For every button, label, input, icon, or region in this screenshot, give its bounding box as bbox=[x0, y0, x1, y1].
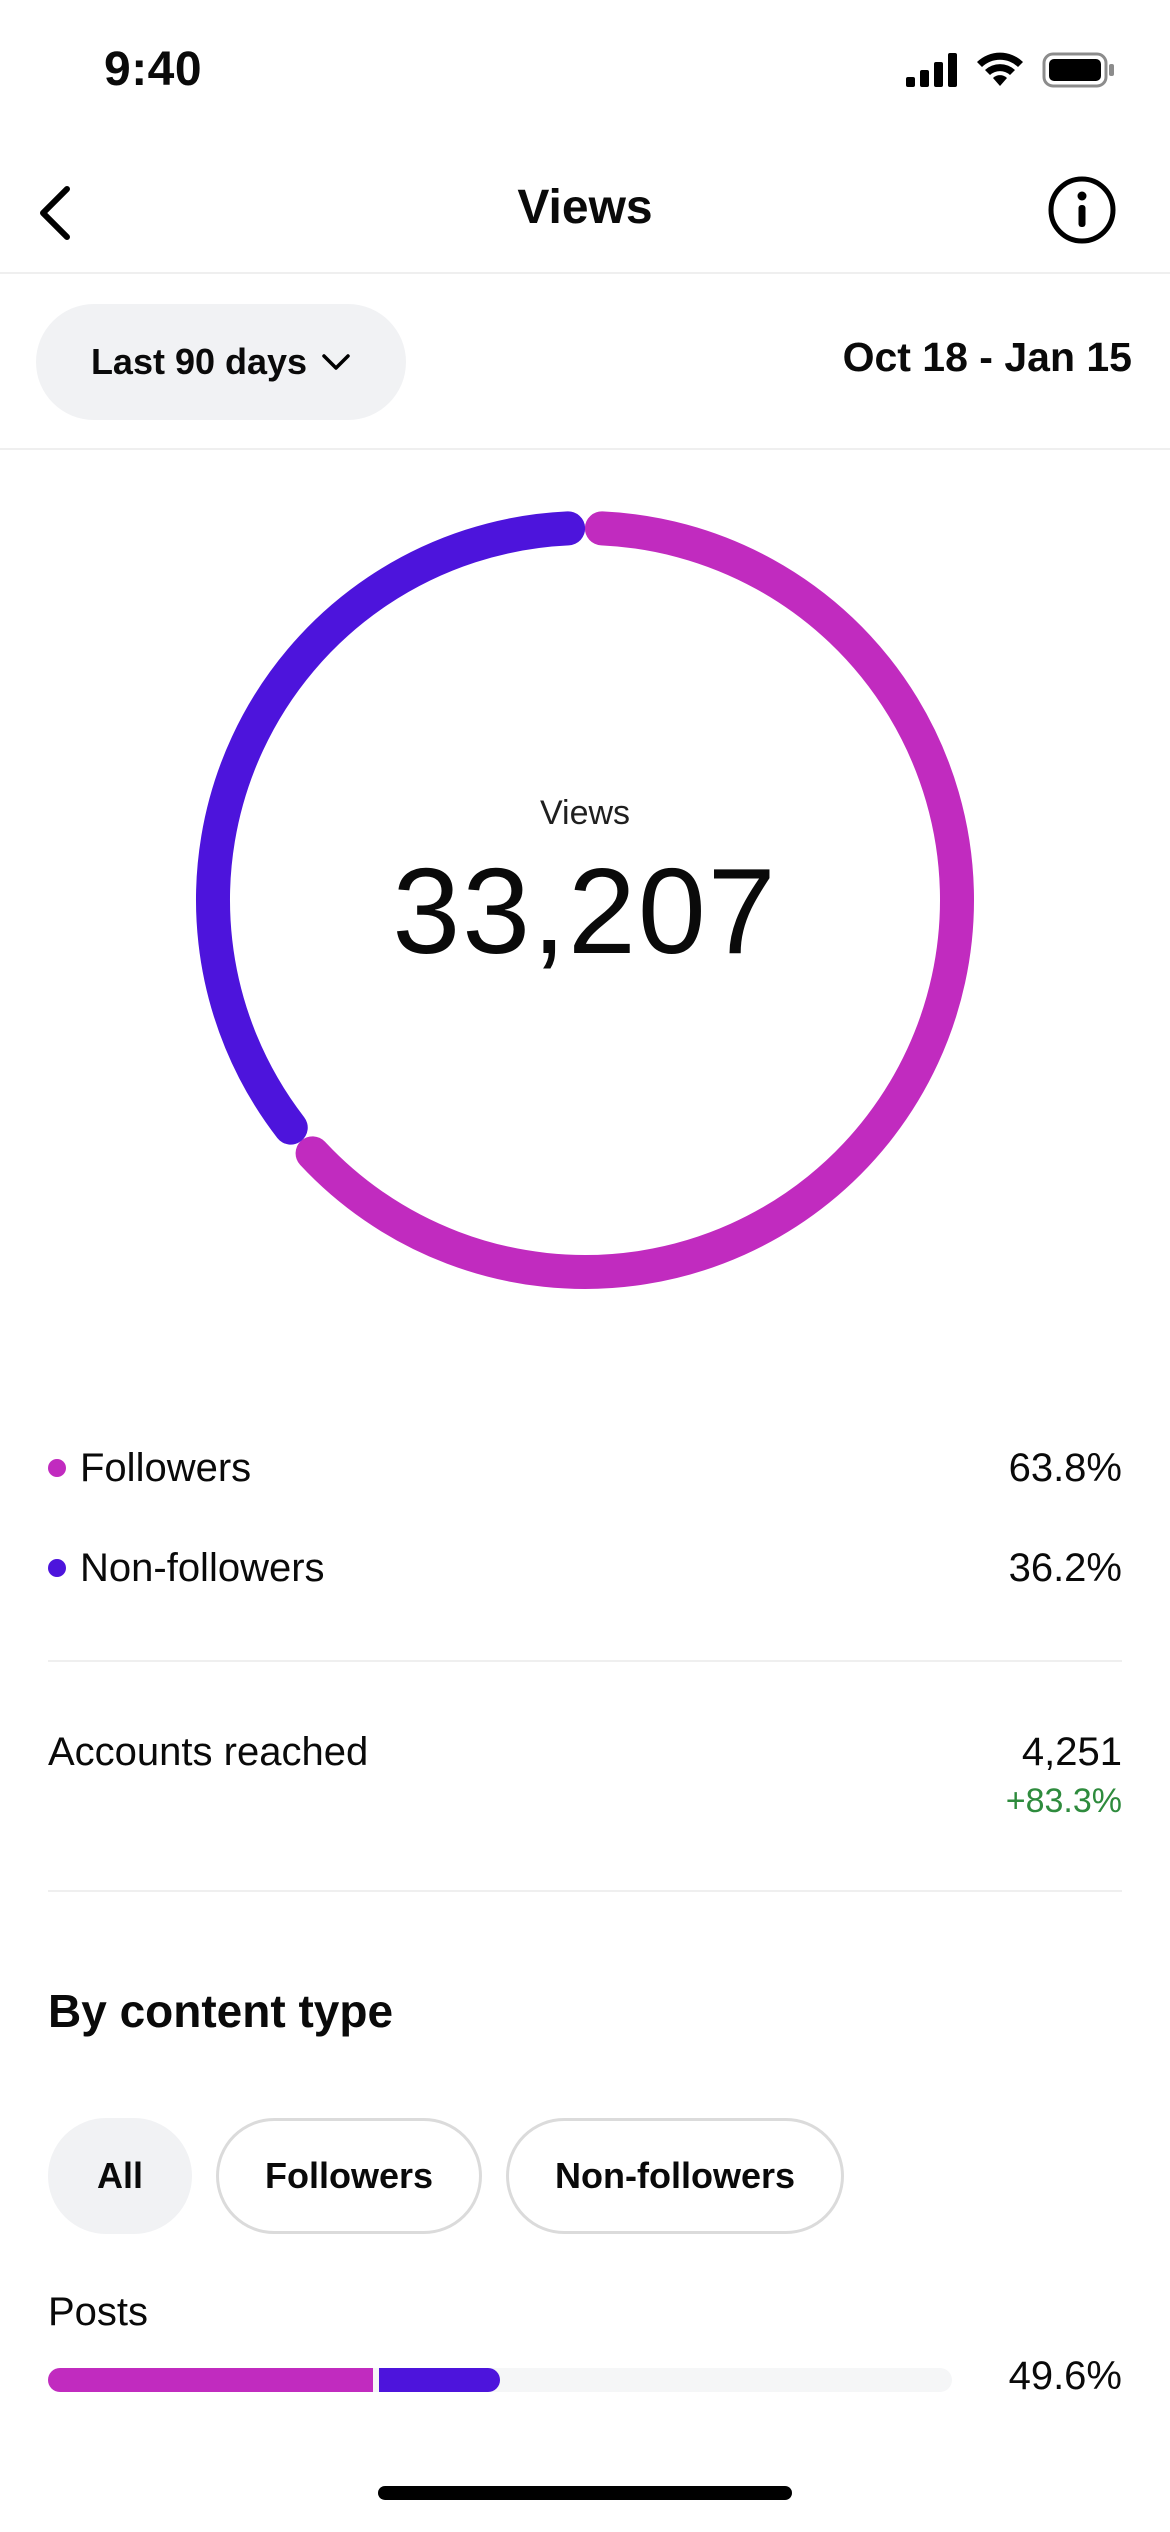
cellular-signal-icon bbox=[906, 53, 957, 87]
legend-item-followers: Followers bbox=[48, 1446, 251, 1491]
legend-row-non-followers: Non-followers 36.2% bbox=[48, 1518, 1122, 1618]
legend-label: Followers bbox=[80, 1445, 252, 1490]
chip-all[interactable]: All bbox=[48, 2118, 193, 2234]
date-range-dropdown[interactable]: Last 90 days bbox=[36, 304, 406, 420]
date-filter-row: Last 90 days Oct 18 - Jan 15 bbox=[0, 274, 1170, 450]
legend-row-followers: Followers 63.8% bbox=[48, 1418, 1122, 1518]
date-range-dropdown-label: Last 90 days bbox=[90, 341, 308, 382]
followers-dot-icon bbox=[48, 1459, 66, 1477]
donut-center: Views 33,207 bbox=[195, 510, 975, 1290]
legend-label: Non-followers bbox=[80, 1545, 325, 1590]
legend-value: 63.8% bbox=[1008, 1445, 1122, 1490]
posts-progress-bar bbox=[48, 2368, 952, 2392]
chip-non-followers[interactable]: Non-followers bbox=[506, 2118, 845, 2234]
views-insights-screen: 9:40 Views Last 90 days Oct 18 - Jan 15 … bbox=[0, 0, 1170, 2532]
home-indicator bbox=[378, 2486, 792, 2500]
status-time: 9:40 bbox=[104, 43, 203, 96]
chip-followers[interactable]: Followers bbox=[216, 2118, 483, 2234]
info-button[interactable] bbox=[1044, 172, 1120, 248]
posts-label: Posts bbox=[48, 2290, 149, 2334]
chevron-down-icon bbox=[322, 354, 350, 370]
wifi-icon bbox=[977, 52, 1023, 86]
legend-item-non-followers: Non-followers bbox=[48, 1546, 325, 1591]
audience-filter-chips: All Followers Non-followers bbox=[48, 2118, 845, 2234]
accounts-reached-label: Accounts reached bbox=[48, 1730, 369, 1774]
content-type-title: By content type bbox=[48, 1985, 394, 2037]
posts-non-followers-segment bbox=[379, 2368, 500, 2392]
divider bbox=[48, 1660, 1122, 1662]
divider bbox=[48, 1890, 1122, 1892]
total-views-label: Views bbox=[539, 793, 631, 832]
navigation-bar: Views bbox=[0, 150, 1170, 274]
accounts-reached-value: 4,251 bbox=[1021, 1730, 1122, 1774]
accounts-reached-change: +83.3% bbox=[1005, 1782, 1122, 1820]
battery-icon bbox=[1042, 52, 1114, 88]
legend-value: 36.2% bbox=[1008, 1545, 1122, 1590]
date-range-text: Oct 18 - Jan 15 bbox=[842, 334, 1132, 380]
views-donut-chart: Views 33,207 bbox=[195, 510, 975, 1290]
non-followers-dot-icon bbox=[48, 1559, 66, 1577]
total-views-value: 33,207 bbox=[392, 842, 778, 979]
posts-value: 49.6% bbox=[1008, 2354, 1122, 2398]
info-icon bbox=[1048, 176, 1116, 244]
audience-legend: Followers 63.8% Non-followers 36.2% bbox=[48, 1418, 1122, 1618]
page-title: Views bbox=[517, 181, 653, 234]
accounts-reached-row: Accounts reached 4,251 +83.3% bbox=[48, 1722, 1122, 1842]
status-icons bbox=[906, 52, 1116, 88]
status-bar: 9:40 bbox=[0, 0, 1170, 150]
posts-followers-segment bbox=[48, 2368, 374, 2392]
